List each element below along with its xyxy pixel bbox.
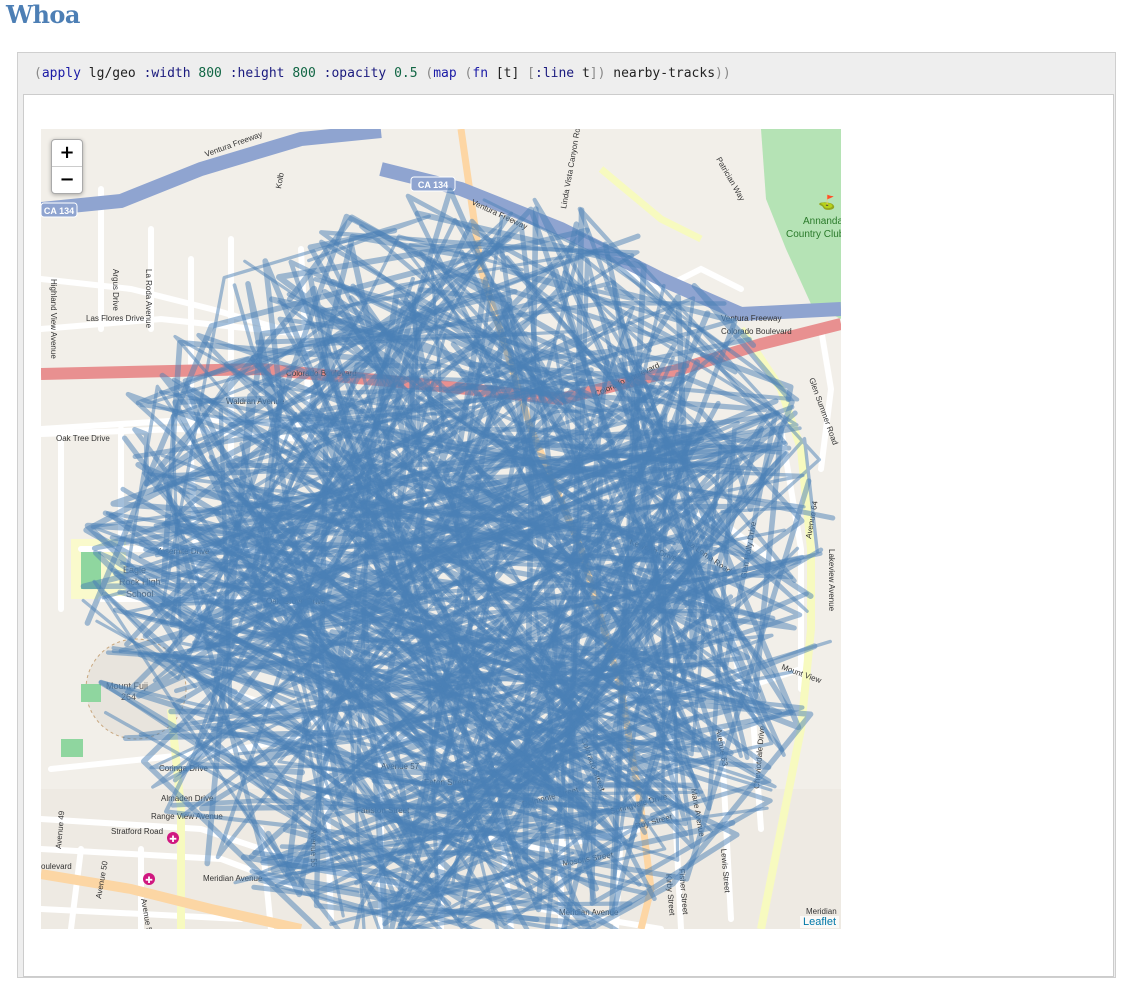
attribution: Leaflet	[799, 916, 839, 928]
label-lakeview: Lakeview Avenue	[827, 549, 836, 612]
zoom-out-button[interactable]: −	[52, 166, 82, 193]
paren-close: ))	[715, 66, 731, 81]
code-apply: apply	[41, 66, 81, 81]
label-annandale: Annandale	[803, 216, 841, 227]
label-oak-tree: Oak Tree Drive	[56, 434, 110, 443]
park-1	[81, 684, 101, 702]
hospital-cross-1: ✚	[169, 835, 177, 845]
map-view[interactable]: CA 134 CA 134 Ventura Freeway Ventura Fr…	[41, 129, 841, 929]
code-cell: (apply lg/geo :width 800 :height 800 :op…	[17, 52, 1116, 978]
zoom-in-button[interactable]: +	[52, 140, 82, 166]
page-title: Whoa	[6, 0, 80, 29]
code-map: map	[433, 66, 457, 81]
leaflet-link[interactable]: Leaflet	[803, 916, 836, 928]
code-fn: fn	[472, 66, 489, 81]
code-height-kw: :height	[229, 66, 285, 81]
label-la-roda: La Roda Avenue	[144, 269, 153, 329]
label-meridian-right: Meridian	[806, 907, 837, 916]
code-opacity-val: 0.5	[394, 66, 418, 81]
label-las-flores: Las Flores Drive	[86, 314, 145, 323]
vec-open: [	[527, 66, 535, 81]
code-line-kw: :line	[535, 66, 575, 81]
code-width-val: 800	[198, 66, 222, 81]
label-highland-view: Highland View Avenue	[49, 279, 58, 359]
code-ns: lg/geo	[88, 66, 136, 81]
code-height-val: 800	[292, 66, 316, 81]
label-argus: Argus Drive	[111, 269, 120, 311]
golf-icon: ⛳	[818, 194, 835, 211]
code-args: [t]	[495, 66, 520, 81]
label-country-club: Country Club	[786, 229, 841, 240]
park-2	[61, 739, 83, 757]
output-panel: CA 134 CA 134 Ventura Freeway Ventura Fr…	[23, 94, 1114, 977]
vec-close: ]	[589, 66, 598, 81]
code-expression[interactable]: (apply lg/geo :width 800 :height 800 :op…	[34, 66, 731, 81]
map-canvas[interactable]: CA 134 CA 134 Ventura Freeway Ventura Fr…	[41, 129, 841, 929]
zoom-control: + −	[51, 139, 83, 194]
hospital-cross-2: ✚	[145, 876, 153, 886]
code-tracks: nearby-tracks	[613, 66, 716, 81]
paren-fn-close: )	[597, 66, 606, 81]
code-line-arg: t	[581, 66, 590, 81]
code-width-kw: :width	[143, 66, 191, 81]
paren-open: (	[34, 66, 42, 81]
ca134-label: CA 134	[44, 206, 74, 216]
label-stratford: Stratford Road	[111, 827, 163, 836]
label-boulevard-left: oulevard	[41, 862, 72, 871]
ca134b-label: CA 134	[418, 180, 448, 190]
code-opacity-kw: :opacity	[323, 66, 387, 81]
